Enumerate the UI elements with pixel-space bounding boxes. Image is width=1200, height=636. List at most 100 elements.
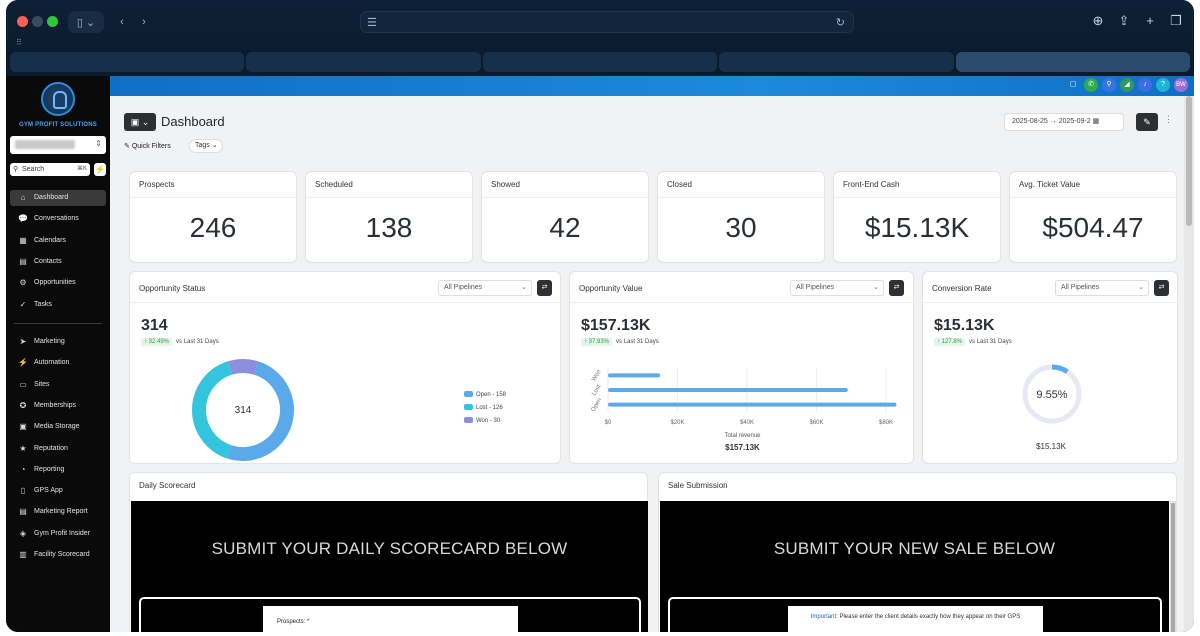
sidebar-item-automation[interactable]: ⚡ Automation	[10, 355, 106, 371]
quick-action-button[interactable]: ⚡	[94, 163, 106, 176]
grid-icon[interactable]: ⠿	[16, 38, 24, 47]
address-bar[interactable]: ☰ ↻	[360, 11, 854, 33]
sidebar-item-facility-scorecard[interactable]: ▥ Facility Scorecard	[10, 547, 106, 563]
sidebar-item-sites[interactable]: ▭ Sites	[10, 377, 106, 393]
more-options-button[interactable]: ⋮	[1164, 114, 1173, 125]
reputation-icon: ★	[19, 443, 27, 453]
swap-chart-button[interactable]: ⇄	[889, 280, 904, 296]
bar-open[interactable]	[608, 402, 897, 407]
download-icon[interactable]: ⊕	[1090, 13, 1106, 29]
important-text: Please enter the client details exactly …	[837, 614, 1021, 620]
stat-label: Scheduled	[315, 180, 353, 189]
chevron-down-icon: ⌄	[521, 284, 527, 291]
x-tick-label: $20K	[670, 420, 684, 426]
new-tab-icon[interactable]: +	[1142, 13, 1158, 29]
megaphone-icon[interactable]: ◢	[1120, 78, 1134, 92]
minimize-window-button[interactable]	[32, 16, 43, 27]
pipeline-select[interactable]: All Pipelines ⌄	[438, 280, 532, 296]
account-switcher[interactable]: ⇕	[10, 136, 106, 154]
search-input[interactable]: ⚲ Search ⌘K	[10, 163, 90, 176]
sidebar-item-dashboard[interactable]: ⌂ Dashboard	[10, 190, 106, 206]
trend-percent: ↑ 32.49%	[141, 338, 173, 346]
browser-tab[interactable]	[10, 52, 245, 72]
quick-filters-button[interactable]: ✎ Quick Filters	[124, 142, 171, 150]
back-button[interactable]: ‹	[112, 11, 132, 33]
date-range-picker[interactable]: 2025-08-25 → 2025-09-2 ▦	[1004, 113, 1124, 131]
donut-slice-won[interactable]	[227, 359, 259, 375]
sidebar-item-tasks[interactable]: ✓ Tasks	[10, 297, 106, 313]
brand-logo	[41, 82, 75, 116]
scorecard-form[interactable]: Prospects: *	[263, 606, 518, 632]
sidebar-item-memberships[interactable]: ✪ Memberships	[10, 398, 106, 414]
panel-title: Sale Submission	[668, 481, 728, 490]
forward-button[interactable]: ›	[134, 11, 154, 33]
sites-icon: ▭	[19, 379, 27, 389]
browser-tab[interactable]	[482, 52, 718, 72]
bar-lost[interactable]	[608, 388, 848, 392]
page-scrollbar-thumb[interactable]	[1186, 96, 1192, 226]
swap-chart-button[interactable]: ⇄	[537, 280, 552, 296]
sidebar-item-marketing[interactable]: ➤ Marketing	[10, 334, 106, 350]
avatar[interactable]: BW	[1174, 78, 1188, 92]
pipeline-select[interactable]: All Pipelines ⌄	[790, 280, 884, 296]
sidebar-item-contacts[interactable]: ▤ Contacts	[10, 254, 106, 270]
pipeline-select[interactable]: All Pipelines ⌄	[1055, 280, 1149, 296]
sidebar-item-conversations[interactable]: 💬 Conversations	[10, 211, 106, 227]
total-opportunity-value: $157.13K	[581, 317, 651, 334]
chat-icon: 💬	[18, 214, 28, 224]
embed-scrollbar[interactable]	[1170, 501, 1176, 632]
edit-dashboard-button[interactable]: ✎	[1136, 113, 1158, 131]
donut-slice-lost[interactable]	[192, 361, 233, 459]
sale-form[interactable]: Important: Please enter the client detai…	[788, 606, 1043, 632]
stat-card-prospects: Prospects 246	[129, 171, 297, 263]
close-window-button[interactable]	[17, 16, 28, 27]
sidebar-item-reporting[interactable]: ◔ Reporting	[10, 462, 106, 478]
phone-icon[interactable]: ✆	[1084, 78, 1098, 92]
sidebar-item-label: Calendars	[34, 236, 66, 244]
tags-label: Tags	[195, 142, 210, 149]
browser-tab[interactable]	[719, 52, 954, 72]
stat-value: 246	[189, 212, 237, 243]
header-actions: ▢ ✆ ⚲ ◢ ♪ ? BW	[1066, 78, 1188, 92]
legend-item[interactable]: Won - 30	[464, 417, 506, 430]
swap-chart-button[interactable]: ⇄	[1154, 280, 1169, 296]
maximize-window-button[interactable]	[47, 16, 58, 27]
tags-filter[interactable]: Tags ⌄	[189, 139, 223, 153]
scorecard-form-frame: Prospects: *	[139, 597, 641, 632]
embed-scrollbar-thumb[interactable]	[1171, 503, 1175, 632]
browser-tab-active[interactable]	[955, 52, 1191, 72]
browser-tab[interactable]	[246, 52, 481, 72]
sidebar-item-gym-profit-insider[interactable]: ◈ Gym Profit Insider	[10, 526, 106, 542]
help-icon[interactable]: ?	[1156, 78, 1170, 92]
sidebar-item-label: Contacts	[34, 257, 62, 265]
sidebar-item-gps-app[interactable]: ▯ GPS App	[10, 483, 106, 499]
sidebar-item-reputation[interactable]: ★ Reputation	[10, 441, 106, 457]
sidebar-item-calendars[interactable]: ▦ Calendars	[10, 233, 106, 249]
bar-won[interactable]	[608, 373, 661, 378]
legend-label: Lost - 126	[476, 405, 503, 411]
important-label: Important:	[810, 614, 838, 620]
daily-scorecard-panel: Daily Scorecard SUBMIT YOUR DAILY SCOREC…	[129, 472, 648, 632]
legend-item[interactable]: Open - 158	[464, 391, 506, 404]
dashboard-switcher-button[interactable]: ▣ ⌄	[124, 113, 156, 131]
stat-label: Closed	[667, 180, 692, 189]
sidebar-item-opportunities[interactable]: ⚙ Opportunities	[10, 275, 106, 291]
reload-icon[interactable]: ↻	[836, 16, 845, 29]
pipeline-select-value: All Pipelines	[796, 284, 835, 291]
trend-percent: ↑ 127.8%	[934, 338, 966, 346]
page-scrollbar[interactable]	[1184, 96, 1194, 632]
sidebar-item-media-storage[interactable]: ▣ Media Storage	[10, 419, 106, 435]
axis-total: $157.13K	[725, 443, 760, 452]
share-icon[interactable]: ⇪	[1116, 13, 1132, 29]
bell-icon[interactable]: ♪	[1138, 78, 1152, 92]
messages-icon[interactable]: ▢	[1066, 78, 1080, 92]
search-icon: ⚲	[13, 166, 19, 173]
tab-strip	[10, 52, 1191, 72]
legend-item[interactable]: Lost - 126	[464, 404, 506, 417]
sidebar-item-marketing-report[interactable]: ▤ Marketing Report	[10, 504, 106, 520]
account-name-blurred	[15, 140, 75, 149]
tabs-overview-icon[interactable]: ❐	[1168, 13, 1184, 29]
sidebar-toggle-button[interactable]: ▯ ⌄	[68, 11, 104, 33]
link-icon[interactable]: ⚲	[1102, 78, 1116, 92]
opportunity-status-donut-chart: 314	[192, 359, 294, 461]
